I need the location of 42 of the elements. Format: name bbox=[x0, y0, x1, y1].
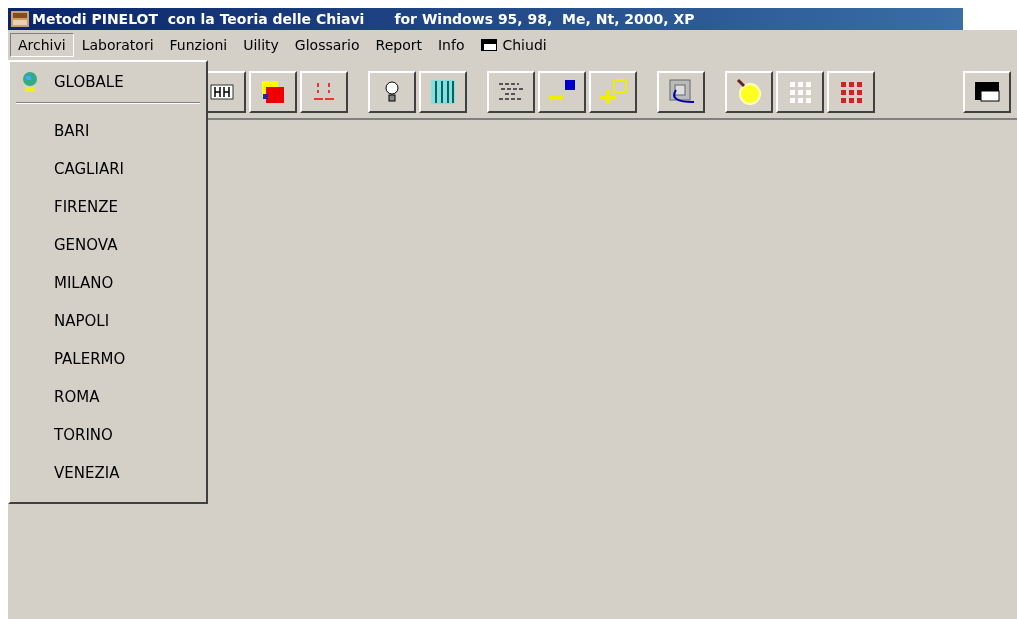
toolbar-button[interactable] bbox=[249, 70, 297, 113]
toolbar-button[interactable] bbox=[419, 70, 467, 113]
toolbar-button[interactable] bbox=[827, 70, 875, 113]
menu-item[interactable]: Laboratori bbox=[73, 33, 162, 57]
menu-item[interactable]: BARI bbox=[10, 112, 206, 150]
menu-item[interactable]: Archivi bbox=[10, 33, 74, 57]
toolbar-button[interactable] bbox=[487, 70, 535, 113]
toolbar-button[interactable] bbox=[657, 70, 705, 113]
lightbulb-icon bbox=[384, 79, 400, 104]
app-icon bbox=[10, 10, 30, 28]
toolbar-button[interactable] bbox=[963, 70, 1011, 113]
sliders-icon bbox=[429, 77, 457, 106]
toolbar-button[interactable] bbox=[776, 70, 824, 113]
window-icon bbox=[480, 38, 499, 52]
menu-item[interactable]: NAPOLI bbox=[10, 302, 206, 340]
menu-item[interactable]: CAGLIARI bbox=[10, 150, 206, 188]
menu-item[interactable]: PALERMO bbox=[10, 340, 206, 378]
menu-item[interactable]: Glossario bbox=[286, 33, 368, 57]
grid-icon bbox=[210, 82, 234, 101]
menu-item[interactable]: VENEZIA bbox=[10, 454, 206, 492]
menu-item[interactable]: MILANO bbox=[10, 264, 206, 302]
menu-item[interactable]: Report bbox=[367, 33, 430, 57]
menu-item[interactable]: FIRENZE bbox=[10, 188, 206, 226]
menu-item[interactable]: GENOVA bbox=[10, 226, 206, 264]
toolbar-button[interactable] bbox=[538, 70, 586, 113]
window-subtitle: for Windows 95, 98, Me, Nt, 2000, XP bbox=[394, 11, 695, 27]
window-icon bbox=[973, 79, 1001, 104]
menu-item[interactable]: Chiudi bbox=[472, 33, 555, 57]
menu-item[interactable]: Funzioni bbox=[161, 33, 236, 57]
menu-item[interactable]: Uility bbox=[235, 33, 287, 57]
toolbar-button[interactable] bbox=[589, 70, 637, 113]
squares-icon bbox=[598, 77, 628, 106]
toolbar-button[interactable] bbox=[300, 70, 348, 113]
globe-icon bbox=[20, 71, 40, 93]
window-title: Metodi PINELOT con la Teoria delle Chiavi bbox=[32, 11, 365, 27]
menu-item[interactable]: Info bbox=[429, 33, 473, 57]
menu-item[interactable]: ROMA bbox=[10, 378, 206, 416]
menu-item[interactable]: TORINO bbox=[10, 416, 206, 454]
toolbar-button[interactable] bbox=[368, 70, 416, 113]
menu-item[interactable]: GLOBALE bbox=[10, 65, 206, 99]
sun-icon bbox=[734, 77, 764, 106]
toolbar-button[interactable] bbox=[725, 70, 773, 113]
